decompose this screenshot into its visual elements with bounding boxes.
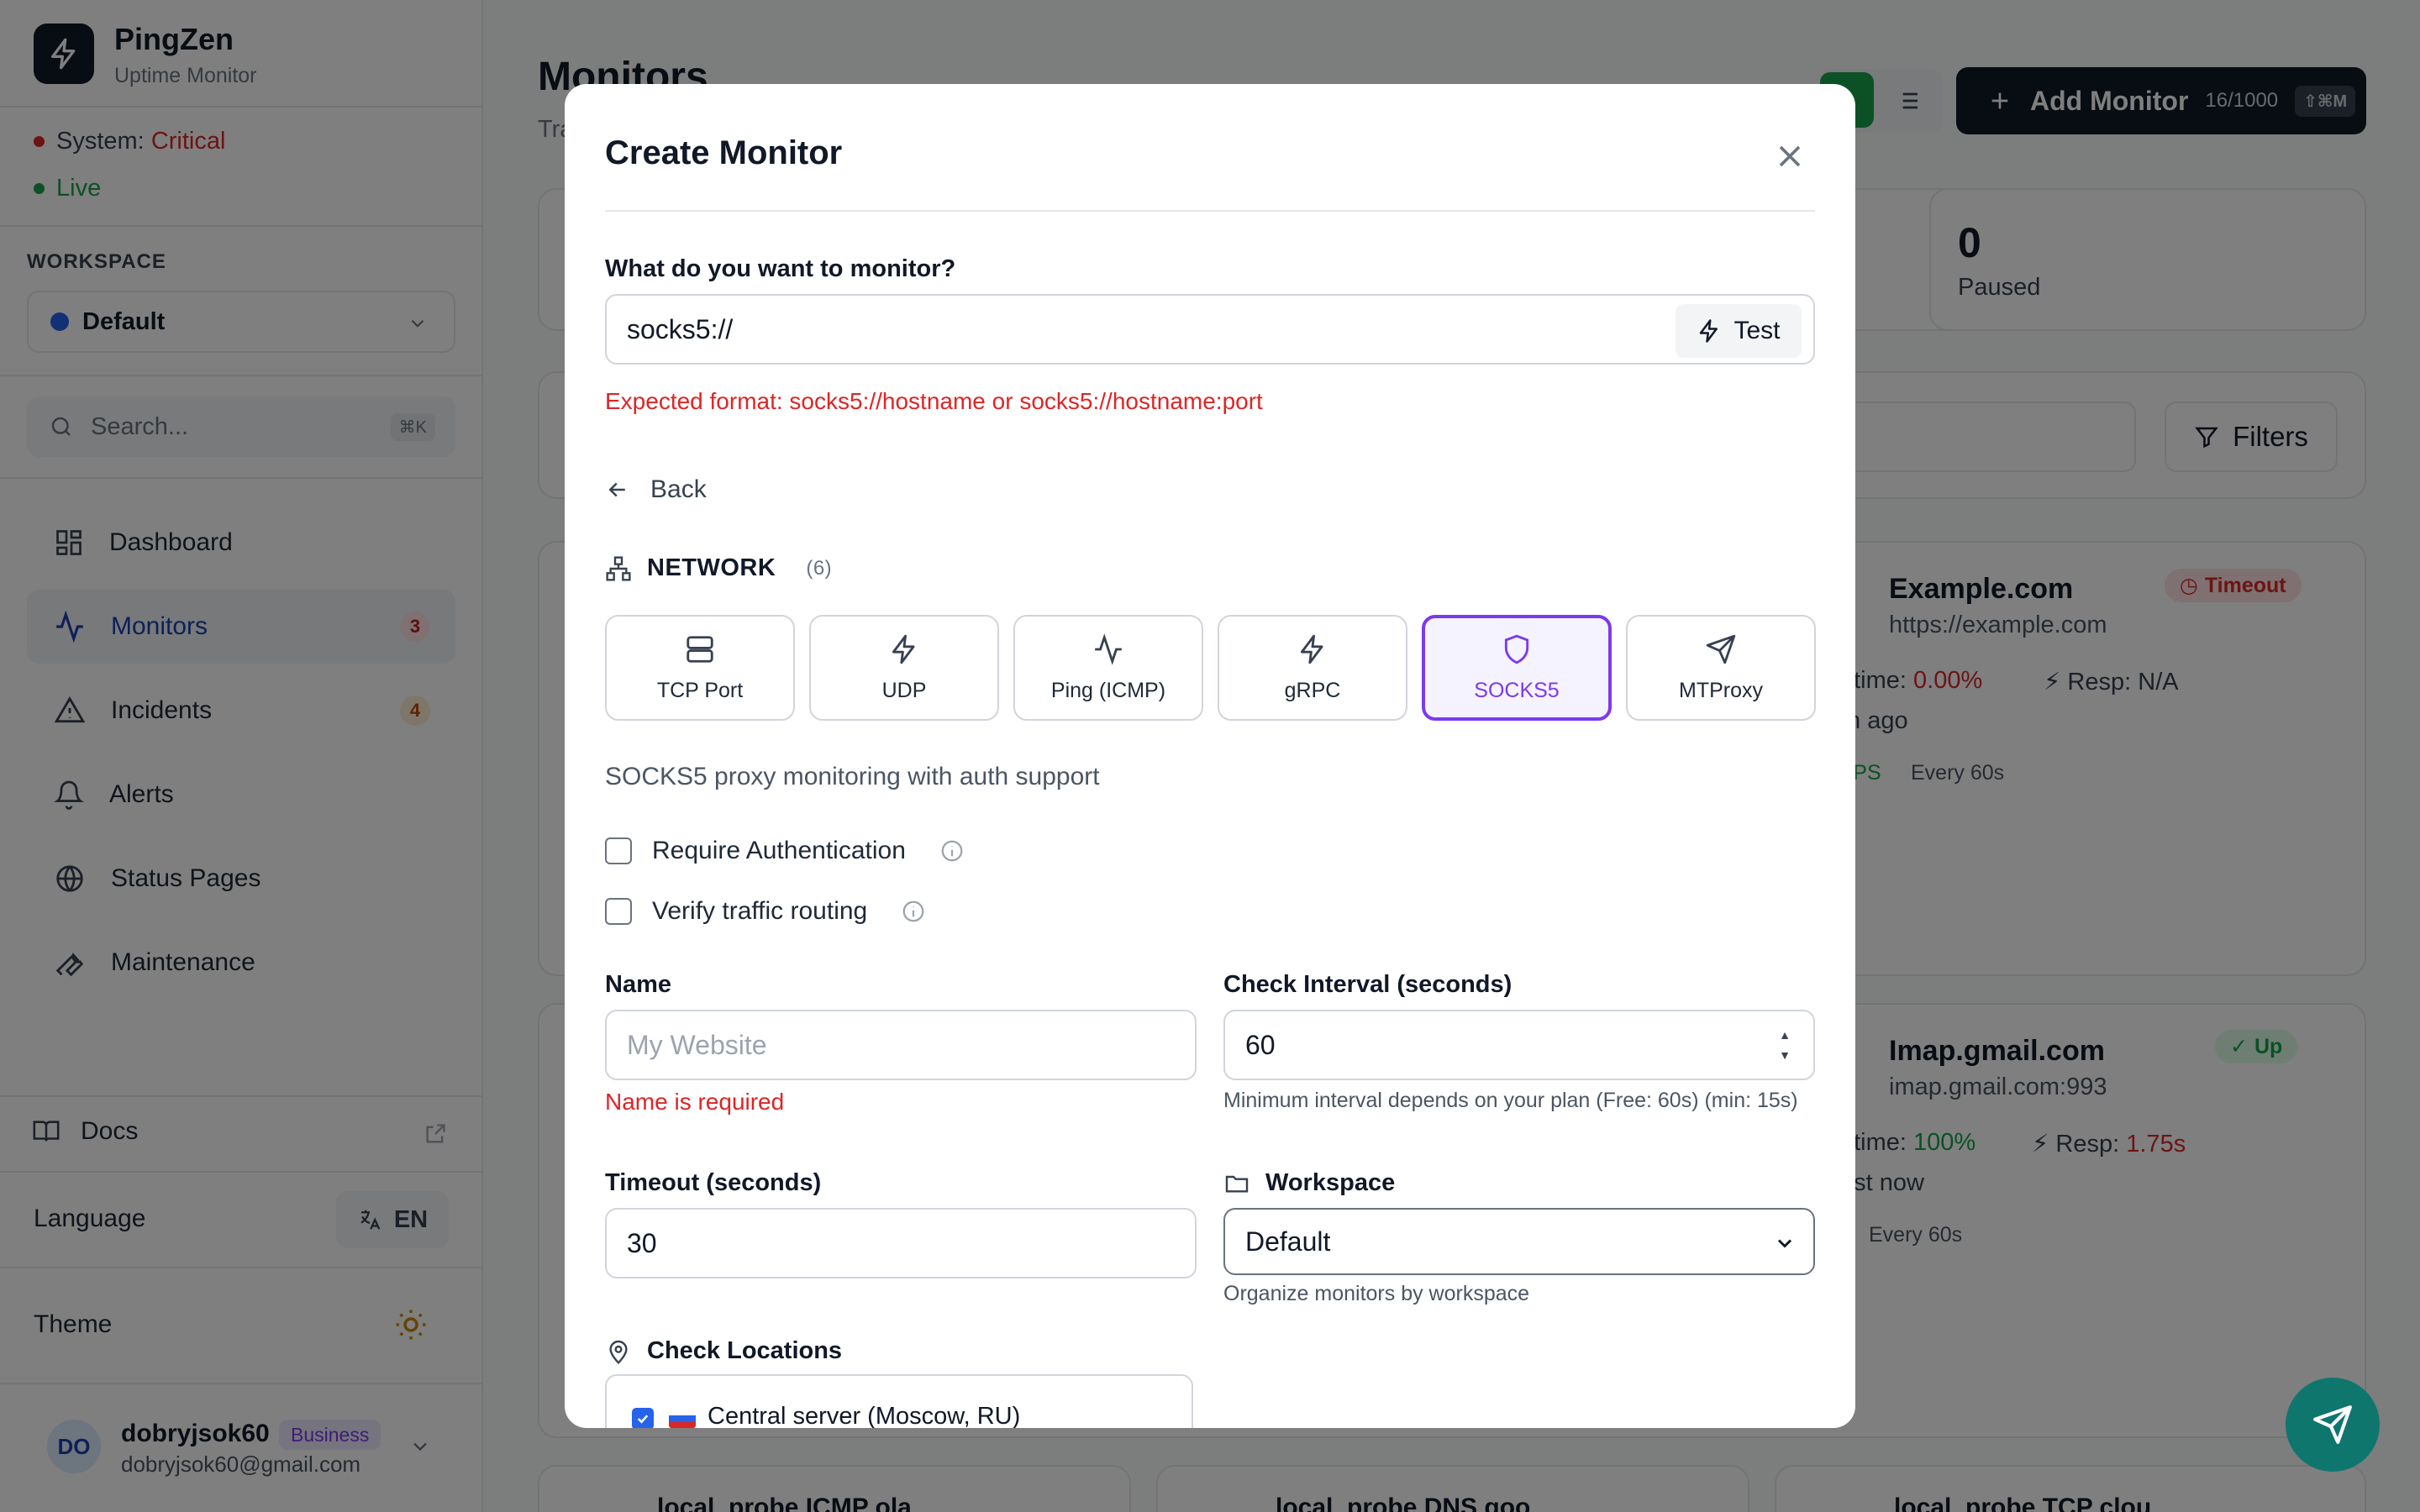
chevron-up-icon[interactable]: ▲: [1779, 1028, 1791, 1042]
category-label: NETWORK: [647, 554, 776, 581]
type-label: SOCKS5: [1474, 678, 1560, 702]
test-label: Test: [1733, 317, 1781, 344]
chevron-down-icon[interactable]: ▼: [1779, 1048, 1791, 1062]
require-auth-row: Require Authentication: [605, 837, 965, 865]
location-checkbox[interactable]: [632, 1408, 654, 1428]
workspace-hint: Organize monitors by workspace: [1223, 1282, 1530, 1305]
russia-flag-icon: [669, 1410, 696, 1428]
interval-hint: Minimum interval depends on your plan (F…: [1223, 1089, 1798, 1112]
folder-icon: [1225, 1175, 1249, 1193]
shield-icon: [1504, 634, 1529, 664]
interval-label: Check Interval (seconds): [1223, 971, 1512, 998]
bolt-icon: [1300, 634, 1323, 664]
verify-routing-label: Verify traffic routing: [652, 897, 868, 925]
type-mtproxy[interactable]: MTProxy: [1626, 615, 1816, 721]
location-label: Central server (Moscow, RU): [708, 1403, 1021, 1428]
send-icon: [1706, 634, 1736, 664]
type-label: TCP Port: [656, 678, 744, 702]
workspace-field-label: Workspace: [1223, 1169, 1395, 1197]
network-icon: [606, 555, 631, 581]
info-icon[interactable]: [939, 838, 965, 864]
category-count: (6): [806, 556, 833, 580]
interval-stepper[interactable]: ▲ ▼: [1776, 1028, 1793, 1062]
workspace-select[interactable]: Default: [1223, 1208, 1815, 1275]
workspace-value: Default: [1245, 1226, 1331, 1257]
info-icon[interactable]: [901, 899, 926, 924]
type-ping-icmp[interactable]: Ping (ICMP): [1013, 615, 1203, 721]
test-button[interactable]: Test: [1676, 304, 1802, 358]
server-icon: [687, 635, 713, 663]
type-socks5[interactable]: SOCKS5: [1422, 615, 1612, 721]
type-tcp-port[interactable]: TCP Port: [605, 615, 795, 721]
interval-input[interactable]: 60 ▲ ▼: [1223, 1010, 1815, 1080]
type-description: SOCKS5 proxy monitoring with auth suppor…: [605, 763, 1100, 790]
activity-icon: [1095, 633, 1122, 665]
timeout-value: 30: [627, 1227, 657, 1258]
arrow-left-icon: [608, 482, 625, 497]
name-label: Name: [605, 971, 671, 998]
timeout-label: Timeout (seconds): [605, 1169, 822, 1196]
name-input[interactable]: My Website: [605, 1010, 1197, 1080]
require-auth-label: Require Authentication: [652, 837, 906, 864]
locations-label: Check Locations: [605, 1337, 842, 1365]
category-header: NETWORK (6): [605, 554, 832, 582]
create-monitor-dialog: Create Monitor What do you want to monit…: [565, 84, 1855, 1428]
close-icon[interactable]: [1771, 138, 1808, 175]
type-udp[interactable]: UDP: [809, 615, 999, 721]
chevron-down-icon: [1777, 1239, 1792, 1248]
interval-value: 60: [1245, 1029, 1276, 1060]
type-label: MTProxy: [1679, 678, 1763, 702]
verify-routing-checkbox[interactable]: [605, 898, 632, 925]
back-label: Back: [650, 475, 707, 503]
send-icon: [2313, 1405, 2352, 1444]
type-grpc[interactable]: gRPC: [1218, 615, 1407, 721]
back-button[interactable]: Back: [605, 475, 707, 504]
type-label: gRPC: [1284, 678, 1341, 702]
divider: [605, 210, 1815, 212]
target-input[interactable]: socks5:// Test: [605, 294, 1815, 365]
check-icon: [637, 1415, 649, 1424]
require-auth-checkbox[interactable]: [605, 837, 632, 864]
timeout-input[interactable]: 30: [605, 1208, 1197, 1278]
verify-routing-row: Verify traffic routing: [605, 897, 926, 926]
bolt-icon: [892, 634, 915, 664]
target-label: What do you want to monitor?: [605, 255, 956, 282]
workspace-label-text: Workspace: [1265, 1169, 1396, 1196]
locations-list: Central server (Moscow, RU): [605, 1374, 1193, 1428]
type-label: UDP: [881, 678, 927, 702]
name-error: Name is required: [605, 1089, 785, 1115]
locations-label-text: Check Locations: [647, 1337, 843, 1364]
map-pin-icon: [609, 1340, 628, 1364]
telegram-support-button[interactable]: [2286, 1378, 2380, 1472]
bolt-icon: [1700, 319, 1718, 343]
dialog-title: Create Monitor: [605, 134, 843, 171]
type-label: Ping (ICMP): [1050, 678, 1166, 702]
target-value: socks5://: [627, 313, 734, 344]
format-error: Expected format: socks5://hostname or so…: [605, 388, 1263, 414]
name-placeholder: My Website: [627, 1029, 767, 1060]
